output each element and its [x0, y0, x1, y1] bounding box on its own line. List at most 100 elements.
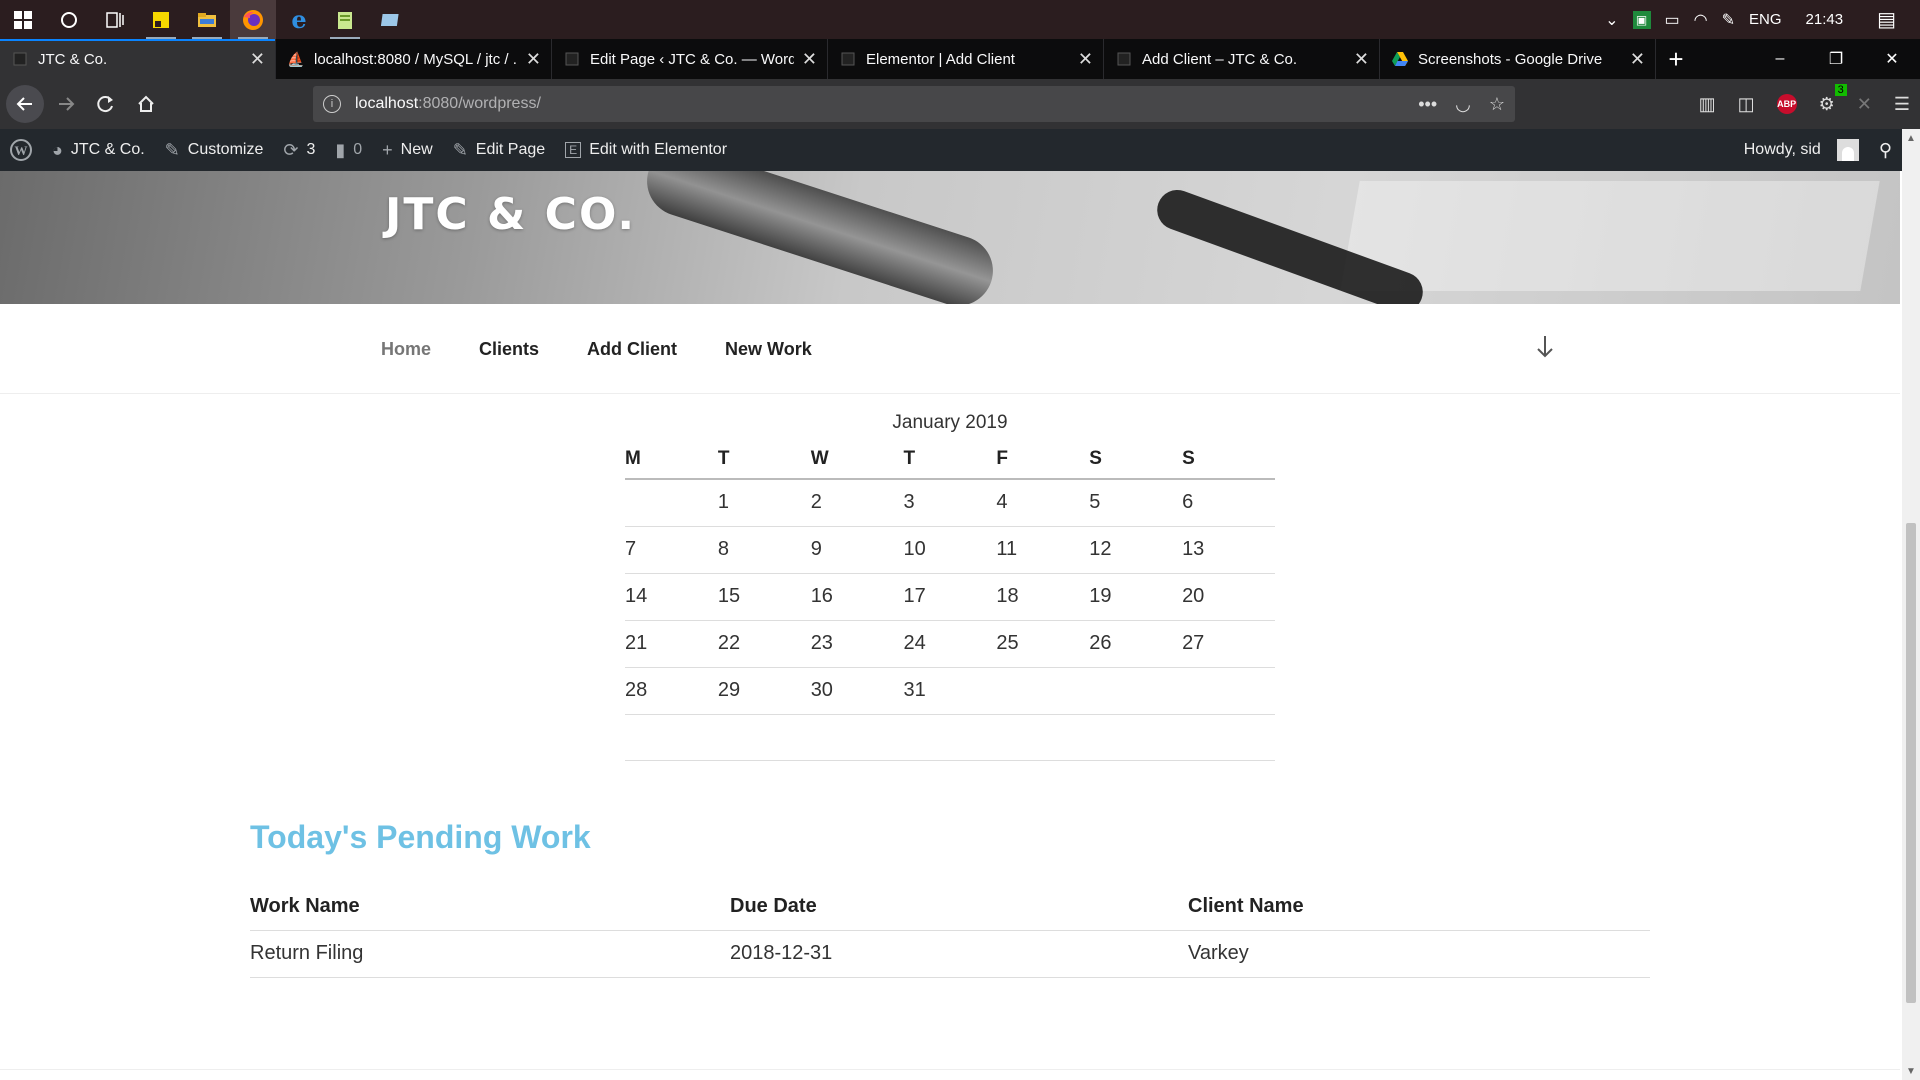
wifi-icon[interactable]: ◠: [1694, 10, 1708, 30]
cortana-search-icon[interactable]: [46, 0, 92, 39]
pen-icon[interactable]: ✎: [1722, 10, 1735, 30]
close-window-button[interactable]: ✕: [1864, 39, 1920, 79]
home-button[interactable]: [126, 84, 166, 124]
updates-link[interactable]: ⟳ 3: [273, 129, 325, 171]
comments-link[interactable]: ▮ 0: [325, 129, 372, 171]
page-favicon-icon: [12, 51, 28, 67]
close-icon[interactable]: ✕: [1078, 49, 1093, 70]
calendar-day: 7: [625, 526, 718, 574]
close-icon[interactable]: ✕: [1630, 49, 1645, 70]
minimize-button[interactable]: –: [1752, 39, 1808, 79]
calendar-day: 22: [717, 620, 811, 668]
close-icon[interactable]: ✕: [250, 49, 265, 70]
site-info-icon[interactable]: i: [323, 95, 341, 113]
chevron-up-icon[interactable]: ⌄: [1605, 10, 1618, 30]
bookmark-star-icon[interactable]: ☆: [1489, 94, 1505, 115]
url-actions: ••• ◡ ☆: [1418, 94, 1505, 115]
weekday: T: [717, 439, 811, 480]
pocket-icon[interactable]: ◡: [1455, 94, 1471, 115]
table-header-row: Work Name Due Date Client Name: [250, 884, 1650, 931]
wordpress-logo-icon[interactable]: W: [0, 129, 42, 171]
calendar-day: [996, 667, 1090, 715]
calendar-day: 28: [625, 667, 718, 715]
calendar-day: 24: [903, 620, 997, 668]
page-content: JTC & CO. Home Clients Add Client New Wo…: [0, 171, 1900, 1080]
menu-item-new-work[interactable]: New Work: [725, 339, 812, 360]
calendar-day: [1089, 667, 1183, 715]
restore-button[interactable]: ❐: [1808, 39, 1864, 79]
calendar-week: 1 2 3 4 5 6: [625, 479, 1275, 527]
calendar-day: 20: [1182, 573, 1275, 621]
scrollbar-thumb[interactable]: [1906, 523, 1916, 1003]
new-content-link[interactable]: + New: [372, 129, 443, 171]
battery-icon[interactable]: ▭: [1665, 10, 1680, 30]
menu-item-add-client[interactable]: Add Client: [587, 339, 677, 360]
calendar-day: 2: [810, 479, 904, 527]
close-icon[interactable]: ✕: [526, 49, 541, 70]
weekday: S: [1089, 439, 1183, 480]
calendar-day: 30: [810, 667, 904, 715]
clock[interactable]: 21:43: [1806, 11, 1844, 28]
library-icon[interactable]: ▥: [1699, 94, 1716, 115]
my-account-link[interactable]: Howdy, sid: [1734, 129, 1869, 171]
notepad-plus-icon[interactable]: [322, 0, 368, 39]
calendar-day: 13: [1182, 526, 1275, 574]
scroll-down-icon[interactable]: ▼: [1902, 1062, 1920, 1080]
firefox-icon[interactable]: [230, 0, 276, 39]
language-indicator[interactable]: ENG: [1749, 11, 1782, 28]
sticky-notes-icon[interactable]: [138, 0, 184, 39]
close-icon[interactable]: ✕: [802, 49, 817, 70]
edge-icon[interactable]: e: [276, 0, 322, 39]
tab-elementor[interactable]: Elementor | Add Client ✕: [828, 39, 1104, 79]
app-tray-icon[interactable]: ▣: [1632, 10, 1651, 29]
windows-start-icon[interactable]: [0, 0, 46, 39]
calendar-day: 18: [996, 573, 1090, 621]
tab-phpmyadmin[interactable]: ⛵ localhost:8080 / MySQL / jtc / ... ✕: [276, 39, 552, 79]
sidebar-icon[interactable]: ◫: [1738, 94, 1755, 115]
site-name-link[interactable]: ◕ JTC & Co.: [42, 129, 155, 171]
adblock-plus-icon[interactable]: ABP: [1776, 94, 1797, 114]
url-bar[interactable]: i localhost:8080/wordpress/ ••• ◡ ☆: [313, 86, 1515, 122]
customize-link[interactable]: ✎ Customize: [155, 129, 274, 171]
primary-menu: Home Clients Add Client New Work: [381, 304, 812, 394]
admin-search[interactable]: ⚲: [1869, 129, 1902, 171]
forward-button[interactable]: [46, 84, 86, 124]
back-button[interactable]: [6, 85, 44, 123]
scroll-up-icon[interactable]: ▲: [1902, 129, 1920, 147]
action-center-icon[interactable]: ▤: [1877, 7, 1896, 32]
extension-icon[interactable]: ⚙ 3: [1819, 83, 1847, 115]
page-scrollbar[interactable]: ▲ ▼: [1902, 129, 1920, 1080]
menu-icon[interactable]: ☰: [1894, 94, 1910, 115]
reload-button[interactable]: [86, 84, 126, 124]
task-view-icon[interactable]: [92, 0, 138, 39]
tab-google-drive[interactable]: Screenshots - Google Drive ✕: [1380, 39, 1656, 79]
tab-jtc-home[interactable]: JTC & Co. ✕: [0, 39, 276, 79]
menu-item-home[interactable]: Home: [381, 339, 431, 360]
site-title[interactable]: JTC & CO.: [385, 189, 636, 240]
tab-add-client[interactable]: Add Client – JTC & Co. ✕: [1104, 39, 1380, 79]
column-header-work-name: Work Name: [250, 884, 730, 931]
calendar-day: 17: [903, 573, 997, 621]
file-explorer-icon[interactable]: [184, 0, 230, 39]
weekday: T: [903, 439, 997, 480]
comments-count: 0: [353, 141, 363, 158]
calendar-day: 27: [1182, 620, 1275, 668]
new-tab-button[interactable]: +: [1656, 39, 1696, 79]
mail-app-icon[interactable]: [368, 0, 414, 39]
scroll-down-arrow-icon[interactable]: [1535, 334, 1555, 367]
extension-x-icon[interactable]: ✕: [1857, 94, 1872, 115]
edit-page-link[interactable]: ✎ Edit Page: [443, 129, 555, 171]
column-header-client-name: Client Name: [1188, 884, 1650, 931]
edit-with-elementor-link[interactable]: E Edit with Elementor: [555, 129, 737, 171]
calendar-day: 5: [1089, 479, 1183, 527]
menu-item-clients[interactable]: Clients: [479, 339, 539, 360]
tab-title: Edit Page ‹ JTC & Co. — WordPress: [590, 50, 794, 68]
page-favicon-icon: [564, 51, 580, 67]
tab-edit-page[interactable]: Edit Page ‹ JTC & Co. — WordPress ✕: [552, 39, 828, 79]
site-name-label: JTC & Co.: [70, 141, 145, 158]
calendar-weekday-row: M T W T F S S: [625, 439, 1275, 480]
pending-work-table: Work Name Due Date Client Name Return Fi…: [250, 884, 1650, 978]
close-icon[interactable]: ✕: [1354, 49, 1369, 70]
page-actions-icon[interactable]: •••: [1418, 94, 1437, 115]
column-header-due-date: Due Date: [730, 884, 1188, 931]
